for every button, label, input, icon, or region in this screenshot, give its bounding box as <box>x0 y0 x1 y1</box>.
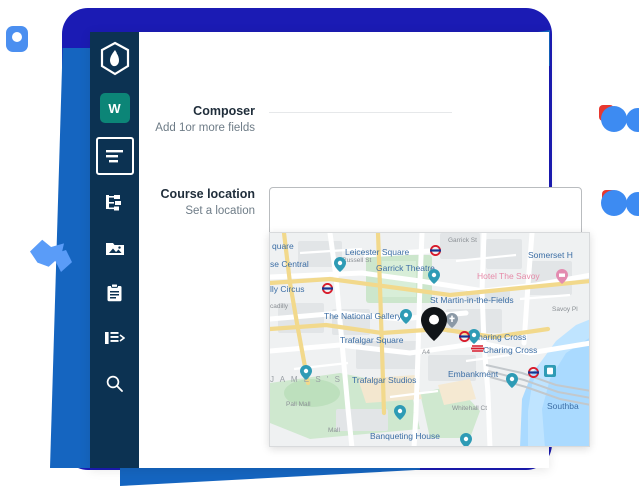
sidebar: W <box>90 32 139 468</box>
shield-flame-logo <box>100 41 129 76</box>
decorative-blue-circle-1 <box>601 106 627 132</box>
sidebar-item-media[interactable] <box>98 231 132 265</box>
clipboard-icon <box>107 284 122 302</box>
search-icon <box>106 375 123 392</box>
decorative-badge-icon <box>6 26 28 52</box>
poi-marker-icon[interactable] <box>428 269 440 284</box>
decorative-red-square-2 <box>602 190 616 206</box>
media-image-icon <box>105 242 124 255</box>
composer-subtitle: Add 1or more fields <box>155 122 255 134</box>
tube-station-icon <box>459 331 470 342</box>
tube-station-icon <box>322 283 333 294</box>
location-pin-marker[interactable] <box>421 307 447 341</box>
course-location-input[interactable] <box>269 187 582 236</box>
poi-marker-icon[interactable] <box>334 257 346 272</box>
decorative-leaf-shape-small <box>52 250 72 272</box>
list-arrow-icon <box>104 332 125 344</box>
decorative-blue-circle-4 <box>626 192 639 216</box>
decorative-red-square-1 <box>599 105 614 121</box>
national-rail-icon <box>471 345 484 352</box>
sidebar-item-structure[interactable] <box>98 186 132 220</box>
poi-marker-icon[interactable] <box>460 433 472 447</box>
sidebar-item-search[interactable] <box>98 366 132 400</box>
church-marker-icon[interactable] <box>446 313 458 328</box>
page-root: W Composer Add 1or more fields Course lo… <box>0 0 639 500</box>
document-icon <box>106 149 123 162</box>
course-location-row: Course location Set a location <box>139 187 582 236</box>
hotel-marker-icon[interactable] <box>556 269 568 284</box>
composer-title: Composer <box>193 104 255 118</box>
decorative-leaf-shape <box>30 239 64 267</box>
poi-marker-icon[interactable] <box>300 365 312 380</box>
hierarchy-icon <box>106 194 121 210</box>
decorative-blue-circle-3 <box>601 190 627 216</box>
sidebar-item-modules[interactable] <box>98 321 132 355</box>
poi-marker-icon[interactable] <box>394 405 406 420</box>
poi-marker-icon[interactable] <box>506 373 518 388</box>
workspace-badge[interactable]: W <box>99 93 130 123</box>
sidebar-item-assignments[interactable] <box>98 276 132 310</box>
transit-icon <box>544 365 556 377</box>
location-map[interactable]: quare se Central Leicester Square Garrick T… <box>269 232 590 447</box>
poi-marker-icon[interactable] <box>400 309 412 324</box>
sidebar-item-content[interactable] <box>95 137 134 175</box>
course-location-labels: Course location Set a location <box>139 187 269 219</box>
course-location-subtitle: Set a location <box>185 205 255 217</box>
composer-divider <box>269 112 452 113</box>
tube-station-icon <box>430 245 441 256</box>
composer-row: Composer Add 1or more fields <box>139 104 452 136</box>
composer-labels: Composer Add 1or more fields <box>139 104 269 136</box>
tube-station-icon <box>528 367 539 378</box>
course-location-title: Course location <box>160 187 255 201</box>
decorative-blue-circle-2 <box>626 108 639 132</box>
